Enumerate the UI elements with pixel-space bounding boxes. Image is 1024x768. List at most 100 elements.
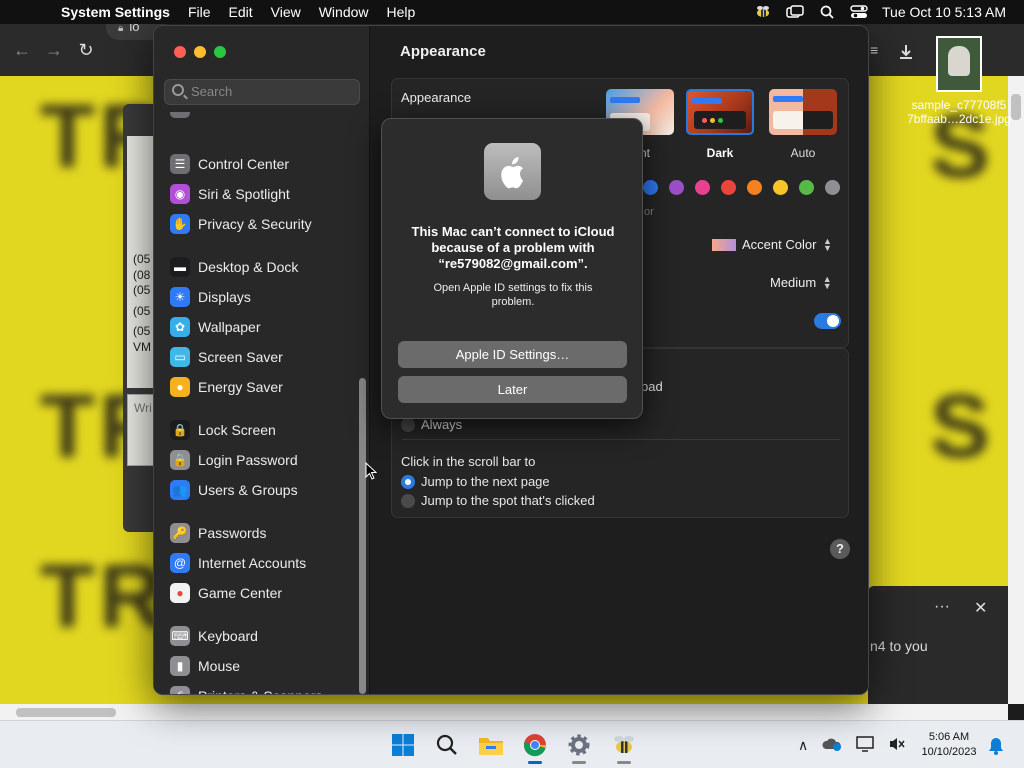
- screen-mirroring-icon[interactable]: [786, 5, 804, 19]
- menu-file[interactable]: File: [179, 4, 220, 20]
- back-arrow-icon[interactable]: ←: [6, 40, 38, 61]
- option-label: Jump to the spot that's clicked: [421, 493, 595, 508]
- accent-color-swatch[interactable]: [825, 180, 840, 195]
- sidebar-item-mouse[interactable]: ▮ Mouse: [170, 654, 360, 678]
- highlight-color-popup[interactable]: Accent Color ▲ ▼: [712, 236, 832, 252]
- accent-color-swatch[interactable]: [773, 180, 788, 195]
- sidebar-partial-item: [170, 112, 190, 118]
- desktop-image-file[interactable]: sample_c77708f5 7bffaab…2dc1e.jpg: [898, 36, 1020, 126]
- radio-button[interactable]: [401, 493, 415, 508]
- sidebar-item-login-password[interactable]: 🔒 Login Password: [170, 448, 360, 472]
- apple-id-settings-button[interactable]: Apple ID Settings…: [398, 341, 627, 368]
- jump-to-spot-option[interactable]: Jump to the spot that's clicked: [401, 493, 595, 508]
- wallpaper-tinting-toggle[interactable]: [814, 313, 841, 329]
- sidebar-item-users-groups[interactable]: 👥 Users & Groups: [170, 478, 360, 502]
- appearance-label: Appearance: [401, 90, 472, 105]
- keyboard-icon: ⌨: [170, 626, 190, 646]
- running-app-indicator: [617, 761, 631, 764]
- show-scrollbars-always-option[interactable]: Always: [401, 417, 462, 432]
- accent-color-swatch[interactable]: [669, 180, 684, 195]
- spotlight-search-icon[interactable]: [818, 5, 836, 19]
- sidebar-item-label: Game Center: [198, 585, 283, 601]
- settings-gear-icon[interactable]: [565, 731, 593, 764]
- sidebar-icon-size-value: Medium: [770, 275, 817, 290]
- accent-color-swatch[interactable]: [643, 180, 658, 195]
- vertical-scrollbar[interactable]: [1008, 76, 1024, 704]
- alert-title: This Mac can’t connect to iCloud because…: [411, 224, 615, 271]
- accent-color-swatch[interactable]: [721, 180, 736, 195]
- search-placeholder: Search: [191, 84, 233, 99]
- notification-toast[interactable]: ··· ✕ n4 to you: [868, 586, 1008, 704]
- sidebar-item-screen-saver[interactable]: ▭ Screen Saver: [170, 345, 360, 369]
- option-label: Always: [421, 417, 463, 432]
- theme-dark-caption: Dark: [706, 146, 734, 160]
- accent-color-swatch[interactable]: [695, 180, 710, 195]
- zoom-window-button[interactable]: [214, 46, 226, 58]
- sidebar-item-label: Lock Screen: [198, 422, 276, 438]
- taskbar-search-icon[interactable]: [433, 731, 461, 759]
- notification-bell-icon[interactable]: [988, 737, 1004, 758]
- close-window-button[interactable]: [174, 46, 186, 58]
- forward-arrow-icon[interactable]: →: [38, 40, 70, 61]
- help-button[interactable]: ?: [830, 539, 850, 559]
- sidebar-item-game-center[interactable]: ● Game Center: [170, 581, 360, 605]
- login-password-icon: 🔒: [170, 450, 190, 470]
- accent-color-caption: or: [644, 206, 654, 218]
- display-icon[interactable]: [856, 735, 874, 755]
- sidebar-item-wallpaper[interactable]: ✿ Wallpaper: [170, 315, 360, 339]
- sidebar-item-energy-saver[interactable]: ● Energy Saver: [170, 375, 360, 399]
- windows-start-icon[interactable]: [389, 731, 417, 759]
- sidebar-item-label: Siri & Spotlight: [198, 186, 290, 202]
- accent-color-swatch[interactable]: [799, 180, 814, 195]
- reload-icon[interactable]: ↻: [70, 40, 102, 61]
- sidebar-item-label: Screen Saver: [198, 349, 283, 365]
- close-icon[interactable]: ✕: [974, 598, 987, 618]
- chrome-icon[interactable]: [521, 731, 549, 764]
- minimize-window-button[interactable]: [194, 46, 206, 58]
- jump-next-page-option[interactable]: Jump to the next page: [401, 474, 550, 489]
- sidebar-item-privacy-security[interactable]: ✋ Privacy & Security: [170, 212, 360, 236]
- taskbar-time: 5:06 AM: [928, 731, 970, 743]
- later-button[interactable]: Later: [398, 376, 627, 403]
- displays-icon: ☀: [170, 287, 190, 307]
- sidebar-icon-size-popup[interactable]: Medium ▲ ▼: [770, 274, 832, 290]
- more-options-icon[interactable]: ···: [934, 598, 950, 616]
- control-center-icon[interactable]: [850, 5, 868, 19]
- bee-app-icon[interactable]: [610, 731, 638, 764]
- search-field[interactable]: Search: [164, 79, 360, 105]
- sidebar-item-printers-scanners[interactable]: ⎙ Printers & Scanners: [170, 684, 360, 694]
- file-explorer-icon[interactable]: [477, 731, 505, 759]
- bee-app-icon[interactable]: [754, 5, 772, 19]
- onedrive-icon[interactable]: [822, 737, 842, 754]
- radio-button[interactable]: [401, 417, 415, 432]
- sidebar-item-passwords[interactable]: 🔑 Passwords: [170, 521, 360, 545]
- accent-color-swatch[interactable]: [747, 180, 762, 195]
- menubar-clock[interactable]: Tue Oct 10 5:13 AM: [882, 4, 1006, 20]
- menu-help[interactable]: Help: [378, 4, 425, 20]
- volume-muted-icon[interactable]: [888, 736, 906, 755]
- lock-icon: 🔒︎: [118, 23, 124, 34]
- sidebar-item-desktop-dock[interactable]: ▬ Desktop & Dock: [170, 255, 360, 279]
- theme-auto-thumb[interactable]: [769, 89, 837, 135]
- horizontal-scrollbar[interactable]: [0, 704, 1008, 720]
- sidebar-item-siri-spotlight[interactable]: ◉ Siri & Spotlight: [170, 182, 360, 206]
- menu-edit[interactable]: Edit: [220, 4, 262, 20]
- sidebar-item-keyboard[interactable]: ⌨ Keyboard: [170, 624, 360, 648]
- scrollbar-thumb[interactable]: [16, 708, 116, 717]
- theme-dark-thumb[interactable]: [686, 89, 754, 135]
- sidebar-item-displays[interactable]: ☀ Displays: [170, 285, 360, 309]
- playlist-icon[interactable]: ≡: [870, 42, 878, 58]
- sidebar-scrollbar[interactable]: [359, 378, 366, 694]
- sidebar-item-lock-screen[interactable]: 🔒 Lock Screen: [170, 418, 360, 442]
- chat-line: (05: [133, 303, 151, 318]
- menu-window[interactable]: Window: [310, 4, 378, 20]
- active-app-indicator: [528, 761, 542, 764]
- show-hidden-icons-chevron-icon[interactable]: ∧: [798, 737, 808, 754]
- taskbar-clock[interactable]: 5:06 AM 10/10/2023: [912, 730, 986, 760]
- menu-app-name[interactable]: System Settings: [52, 4, 179, 20]
- sidebar-item-control-center[interactable]: ☰ Control Center: [170, 152, 360, 176]
- screen-saver-icon: ▭: [170, 347, 190, 367]
- sidebar-item-internet-accounts[interactable]: @ Internet Accounts: [170, 551, 360, 575]
- radio-button-selected[interactable]: [401, 474, 415, 489]
- menu-view[interactable]: View: [262, 4, 310, 20]
